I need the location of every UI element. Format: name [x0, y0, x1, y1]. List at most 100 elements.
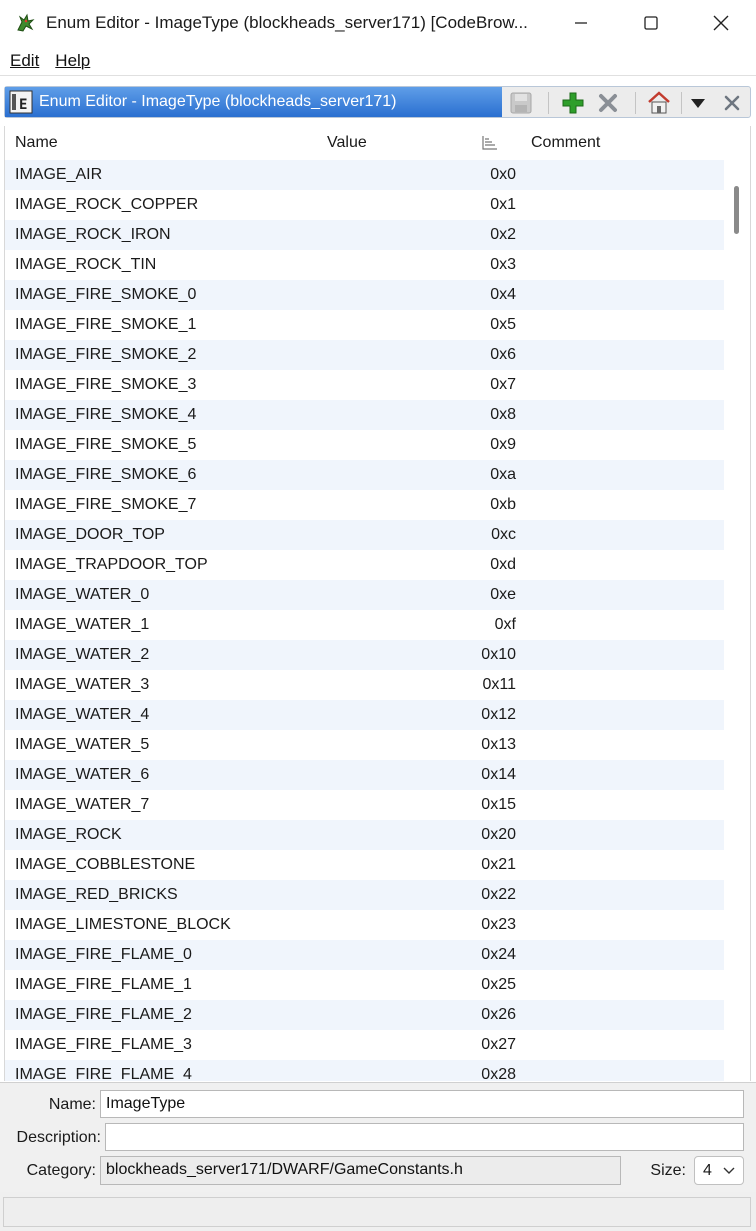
table-row[interactable]: IMAGE_FIRE_FLAME_0 0x24 — [5, 940, 725, 970]
enum-entry-value: 0x3 — [490, 256, 516, 273]
enum-entry-name: IMAGE_FIRE_FLAME_0 — [15, 946, 192, 963]
status-bar — [0, 1192, 756, 1231]
table-row[interactable]: IMAGE_RED_BRICKS 0x22 — [5, 880, 725, 910]
close-window-button[interactable] — [686, 0, 756, 46]
enum-entry-name: IMAGE_FIRE_FLAME_4 — [15, 1066, 192, 1081]
enum-entry-value: 0x28 — [481, 1066, 516, 1081]
table-row[interactable]: IMAGE_FIRE_SMOKE_5 0x9 — [5, 430, 725, 460]
panel-header: E Enum Editor - ImageType (blockheads_se… — [4, 86, 751, 118]
enum-entry-name: IMAGE_WATER_5 — [15, 736, 150, 753]
table-row[interactable]: IMAGE_WATER_1 0xf — [5, 610, 725, 640]
status-message-area — [3, 1197, 751, 1227]
table-row[interactable]: IMAGE_WATER_0 0xe — [5, 580, 725, 610]
enum-entry-value: 0x5 — [490, 316, 516, 333]
enum-entry-name: IMAGE_FIRE_SMOKE_7 — [15, 496, 197, 513]
table-row[interactable]: IMAGE_WATER_5 0x13 — [5, 730, 725, 760]
panel-menu-button[interactable] — [685, 90, 711, 116]
enum-entry-name: IMAGE_FIRE_SMOKE_3 — [15, 376, 197, 393]
category-field: blockheads_server171/DWARF/GameConstants… — [100, 1156, 621, 1185]
table-row[interactable]: IMAGE_WATER_6 0x14 — [5, 760, 725, 790]
description-label: Description: — [16, 1129, 101, 1146]
enum-entry-value: 0x21 — [481, 856, 516, 873]
enum-entry-value: 0x7 — [490, 376, 516, 393]
table-row[interactable]: IMAGE_AIR 0x0 — [5, 160, 725, 190]
table-row[interactable]: IMAGE_FIRE_FLAME_1 0x25 — [5, 970, 725, 1000]
enum-entry-value: 0x24 — [481, 946, 516, 963]
table-row[interactable]: IMAGE_WATER_4 0x12 — [5, 700, 725, 730]
menu-help[interactable]: Help — [55, 51, 90, 71]
enum-entry-name: IMAGE_RED_BRICKS — [15, 886, 178, 903]
table-row[interactable]: IMAGE_FIRE_SMOKE_7 0xb — [5, 490, 725, 520]
toolbar-separator — [681, 92, 682, 114]
menu-edit[interactable]: Edit — [10, 51, 39, 71]
enum-entry-name: IMAGE_DOOR_TOP — [15, 526, 165, 543]
enum-table[interactable]: Name Value Comment IMAGE_AIR 0x0 IMAGE_ROC… — [4, 126, 751, 1081]
column-header-comment[interactable]: Comment — [531, 134, 600, 152]
enum-entry-name: IMAGE_WATER_1 — [15, 616, 150, 633]
column-header-name[interactable]: Name — [15, 134, 58, 152]
table-row[interactable]: IMAGE_FIRE_FLAME_4 0x28 — [5, 1060, 725, 1081]
enum-entry-value: 0x6 — [490, 346, 516, 363]
enum-entry-value: 0xf — [494, 616, 516, 633]
enum-entry-value: 0x1 — [490, 196, 516, 213]
name-field[interactable] — [100, 1090, 744, 1118]
save-icon — [510, 92, 532, 114]
add-icon — [562, 92, 584, 114]
table-row[interactable]: IMAGE_FIRE_SMOKE_2 0x6 — [5, 340, 725, 370]
sort-icon[interactable] — [481, 134, 499, 157]
table-header: Name Value Comment — [5, 126, 725, 160]
table-row[interactable]: IMAGE_FIRE_SMOKE_1 0x5 — [5, 310, 725, 340]
enum-entry-value: 0x22 — [481, 886, 516, 903]
enum-entry-value: 0x12 — [481, 706, 516, 723]
enum-entry-value: 0x20 — [481, 826, 516, 843]
enum-entry-name: IMAGE_LIMESTONE_BLOCK — [15, 916, 231, 933]
table-row[interactable]: IMAGE_WATER_7 0x15 — [5, 790, 725, 820]
save-button[interactable] — [508, 90, 534, 116]
enum-properties-form: Name: Description: Category: blockheads_… — [0, 1082, 756, 1192]
table-row[interactable]: IMAGE_FIRE_FLAME_2 0x26 — [5, 1000, 725, 1030]
table-row[interactable]: IMAGE_FIRE_FLAME_3 0x27 — [5, 1030, 725, 1060]
column-header-value[interactable]: Value — [327, 134, 367, 152]
window-title: Enum Editor - ImageType (blockheads_serv… — [46, 13, 528, 32]
close-panel-button[interactable] — [719, 90, 745, 116]
table-row[interactable]: IMAGE_TRAPDOOR_TOP 0xd — [5, 550, 725, 580]
dropdown-menu-icon — [691, 99, 705, 108]
description-field[interactable] — [105, 1123, 744, 1151]
window-title-bar: Enum Editor - ImageType (blockheads_serv… — [0, 0, 756, 46]
enum-entry-value: 0x27 — [481, 1036, 516, 1053]
add-button[interactable] — [560, 90, 586, 116]
table-row[interactable]: IMAGE_FIRE_SMOKE_0 0x4 — [5, 280, 725, 310]
enum-entry-value: 0x0 — [490, 166, 516, 183]
enum-entry-value: 0x26 — [481, 1006, 516, 1023]
scrollbar-thumb[interactable] — [734, 186, 739, 234]
enum-entry-value: 0xd — [490, 556, 516, 573]
minimize-button[interactable] — [546, 0, 616, 46]
svg-text:E: E — [19, 97, 27, 113]
table-row[interactable]: IMAGE_WATER_2 0x10 — [5, 640, 725, 670]
table-row[interactable]: IMAGE_FIRE_SMOKE_4 0x8 — [5, 400, 725, 430]
enum-entry-name: IMAGE_FIRE_FLAME_2 — [15, 1006, 192, 1023]
table-row[interactable]: IMAGE_FIRE_SMOKE_6 0xa — [5, 460, 725, 490]
table-row[interactable]: IMAGE_WATER_3 0x11 — [5, 670, 725, 700]
enum-entry-name: IMAGE_AIR — [15, 166, 103, 183]
table-row[interactable]: IMAGE_COBBLESTONE 0x21 — [5, 850, 725, 880]
enum-entry-name: IMAGE_WATER_6 — [15, 766, 150, 783]
enum-entry-name: IMAGE_COBBLESTONE — [15, 856, 196, 873]
enum-editor-icon: E — [9, 90, 33, 114]
home-button[interactable] — [646, 90, 672, 116]
table-row[interactable]: IMAGE_LIMESTONE_BLOCK 0x23 — [5, 910, 725, 940]
table-row[interactable]: IMAGE_ROCK_COPPER 0x1 — [5, 190, 725, 220]
size-select[interactable]: 4 — [694, 1156, 744, 1185]
delete-button[interactable] — [595, 90, 621, 116]
table-row[interactable]: IMAGE_ROCK_TIN 0x3 — [5, 250, 725, 280]
maximize-button[interactable] — [616, 0, 686, 46]
size-select-value: 4 — [703, 1162, 712, 1179]
enum-entry-name: IMAGE_WATER_4 — [15, 706, 150, 723]
table-row[interactable]: IMAGE_ROCK 0x20 — [5, 820, 725, 850]
table-row[interactable]: IMAGE_FIRE_SMOKE_3 0x7 — [5, 370, 725, 400]
enum-entry-name: IMAGE_FIRE_SMOKE_5 — [15, 436, 197, 453]
table-row[interactable]: IMAGE_ROCK_IRON 0x2 — [5, 220, 725, 250]
enum-entry-value: 0xe — [490, 586, 516, 603]
table-row[interactable]: IMAGE_DOOR_TOP 0xc — [5, 520, 725, 550]
vertical-scrollbar[interactable] — [724, 160, 750, 1081]
